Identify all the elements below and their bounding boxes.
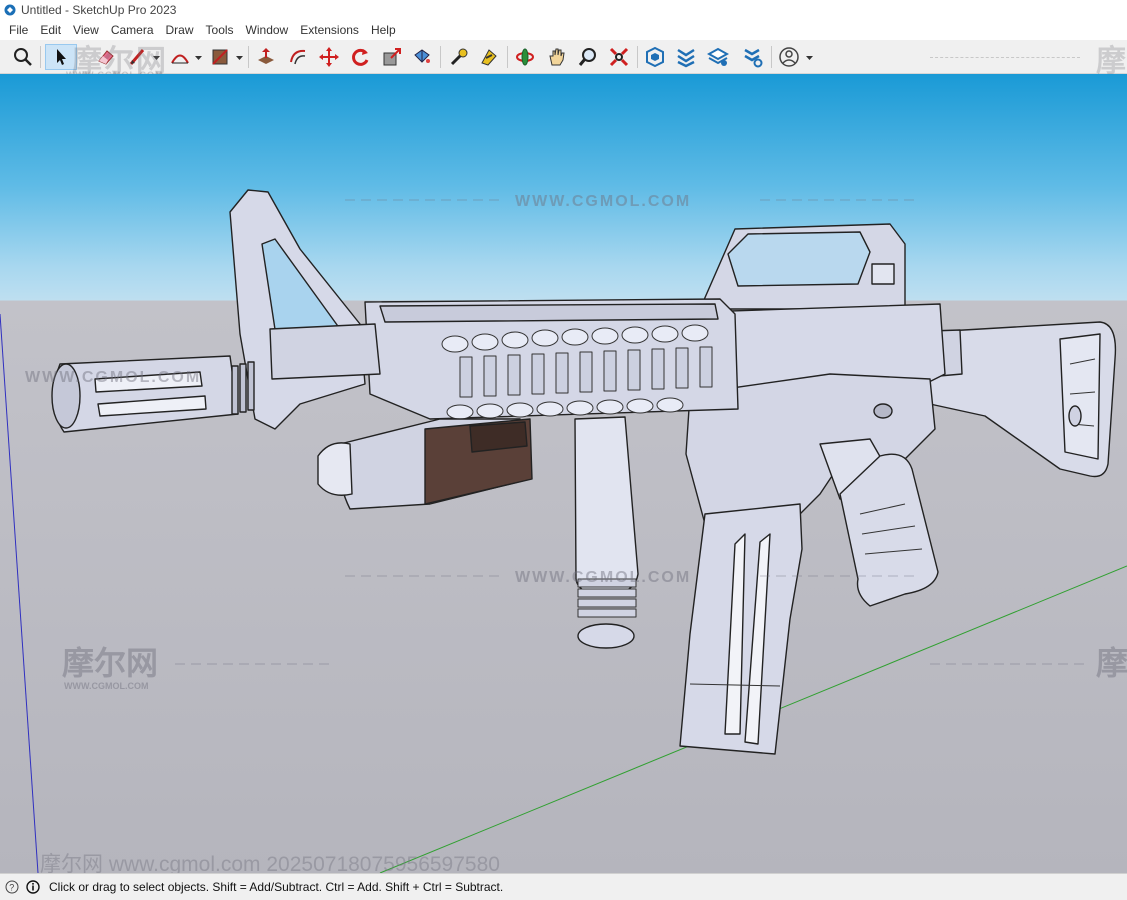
account-button[interactable] bbox=[776, 44, 802, 70]
watermark-logo: 摩尔网 bbox=[62, 645, 158, 681]
account-dropdown-arrow[interactable] bbox=[806, 54, 813, 62]
select-icon bbox=[57, 49, 66, 65]
extension-manager-button[interactable] bbox=[740, 44, 766, 70]
chevron-down-icon bbox=[806, 55, 813, 60]
blue-axis bbox=[0, 313, 39, 873]
menu-extensions[interactable]: Extensions bbox=[294, 23, 365, 37]
rectangle-icon bbox=[212, 49, 228, 65]
3d-warehouse-button[interactable] bbox=[642, 44, 668, 70]
rifle-model[interactable] bbox=[51, 189, 1117, 755]
arc-icon bbox=[171, 54, 189, 64]
orbit-icon bbox=[516, 48, 534, 66]
rotate-icon bbox=[352, 48, 369, 66]
status-message: Click or drag to select objects. Shift =… bbox=[49, 880, 504, 894]
watermark-site: WWW.CGMOL.COM bbox=[64, 681, 148, 691]
zoom-icon bbox=[578, 48, 596, 66]
menu-edit[interactable]: Edit bbox=[34, 23, 67, 37]
text-label-icon bbox=[481, 49, 497, 66]
extension-warehouse-button[interactable] bbox=[673, 44, 699, 70]
paint-bucket-button[interactable] bbox=[409, 44, 435, 70]
layers-icon bbox=[707, 47, 729, 66]
menu-help[interactable]: Help bbox=[365, 23, 402, 37]
account-icon bbox=[779, 47, 799, 67]
rectangle-button[interactable] bbox=[207, 44, 233, 70]
menu-camera[interactable]: Camera bbox=[105, 23, 160, 37]
menu-draw[interactable]: Draw bbox=[160, 23, 200, 37]
menu-view[interactable]: View bbox=[67, 23, 105, 37]
watermark-logo: 摩尔网 bbox=[1096, 645, 1127, 681]
scale-button[interactable] bbox=[379, 44, 405, 70]
offset-icon bbox=[290, 49, 306, 65]
watermark-site: WWW.CGMOL.COM bbox=[515, 569, 691, 586]
pan-button[interactable] bbox=[544, 44, 570, 70]
extension-manager-icon bbox=[744, 48, 763, 68]
zoom-window-button[interactable] bbox=[606, 44, 632, 70]
toolbar-separator bbox=[440, 46, 441, 68]
geolocation-icon[interactable]: ? bbox=[4, 879, 20, 895]
chevron-down-icon bbox=[195, 55, 202, 60]
model-viewport[interactable]: WWW.CGMOL.COM WWW.CGMOL.COM WWW.CGMOL.CO… bbox=[0, 74, 1127, 873]
zoom-extents-icon bbox=[14, 48, 32, 66]
toolbar-separator bbox=[40, 46, 41, 68]
move-button[interactable] bbox=[316, 44, 342, 70]
window-title: Untitled - SketchUp Pro 2023 bbox=[21, 3, 177, 17]
move-icon bbox=[319, 47, 339, 67]
push-pull-button[interactable] bbox=[253, 44, 279, 70]
paint-bucket-icon bbox=[414, 49, 430, 63]
info-icon[interactable] bbox=[25, 879, 41, 895]
svg-text:?: ? bbox=[9, 883, 14, 893]
zoom-extents-button[interactable] bbox=[10, 44, 36, 70]
scale-icon bbox=[383, 48, 401, 66]
watermark-site: WWW.CGMOL.COM bbox=[515, 193, 691, 210]
status-bar: ? Click or drag to select objects. Shift… bbox=[0, 873, 1127, 900]
tape-measure-button[interactable] bbox=[446, 44, 472, 70]
menu-tools[interactable]: Tools bbox=[200, 23, 240, 37]
title-bar: Untitled - SketchUp Pro 2023 bbox=[0, 0, 1127, 20]
zoom-window-icon bbox=[609, 47, 629, 67]
sketchup-logo-icon bbox=[4, 4, 16, 16]
arc-dropdown-arrow[interactable] bbox=[195, 54, 202, 62]
watermark-site: WWW.CGMOL.COM bbox=[25, 369, 201, 386]
menu-bar: File Edit View Camera Draw Tools Window … bbox=[0, 20, 1127, 40]
text-button[interactable] bbox=[476, 44, 502, 70]
offset-button[interactable] bbox=[285, 44, 311, 70]
toolbar-separator bbox=[637, 46, 638, 68]
toolbar-separator bbox=[507, 46, 508, 68]
rotate-button[interactable] bbox=[347, 44, 373, 70]
chevron-down-icon bbox=[236, 55, 243, 60]
toolbar-separator bbox=[771, 46, 772, 68]
rectangle-dropdown-arrow[interactable] bbox=[236, 54, 243, 62]
toolbar-separator bbox=[248, 46, 249, 68]
watermark-dash bbox=[930, 57, 1080, 58]
model-scene: WWW.CGMOL.COM WWW.CGMOL.COM WWW.CGMOL.CO… bbox=[0, 189, 1127, 873]
orbit-button[interactable] bbox=[512, 44, 538, 70]
menu-window[interactable]: Window bbox=[240, 23, 295, 37]
arc-button[interactable] bbox=[167, 44, 193, 70]
menu-file[interactable]: File bbox=[3, 23, 34, 37]
zoom-button[interactable] bbox=[575, 44, 601, 70]
layer-manager-button[interactable] bbox=[705, 44, 731, 70]
pan-icon bbox=[549, 48, 565, 66]
push-pull-icon bbox=[258, 48, 274, 64]
warehouse-icon bbox=[646, 46, 664, 68]
extension-warehouse-icon bbox=[677, 48, 695, 68]
tape-measure-icon bbox=[450, 48, 468, 66]
main-toolbar bbox=[0, 40, 1127, 74]
